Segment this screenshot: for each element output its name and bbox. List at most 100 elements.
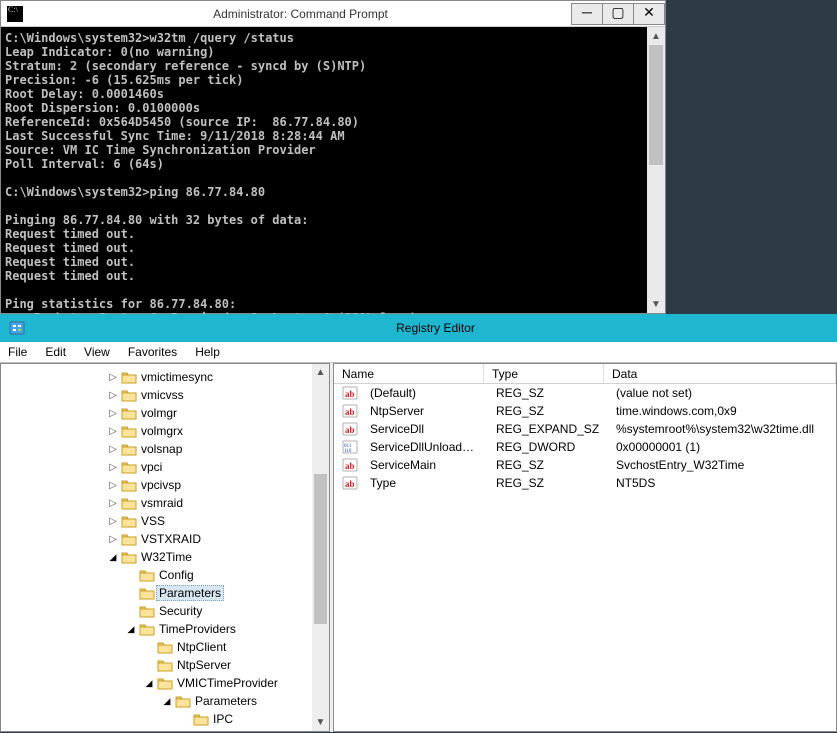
tree-node-timeproviders[interactable]: TimeProviders: [125, 620, 329, 638]
menu-edit[interactable]: Edit: [43, 343, 68, 361]
tree-label: W32Time: [141, 550, 192, 564]
folder-icon: [157, 640, 173, 654]
tree-node-vss[interactable]: VSS: [107, 512, 329, 530]
value-row[interactable]: abNtpServerREG_SZtime.windows.com,0x9: [334, 402, 836, 420]
tree-label: vsmraid: [141, 496, 183, 510]
minimize-button[interactable]: ─: [571, 3, 603, 25]
value-type: REG_SZ: [488, 476, 608, 490]
folder-icon: [121, 370, 137, 384]
tree-node-ntpclient[interactable]: NtpClient: [143, 638, 329, 656]
regedit-titlebar[interactable]: Registry Editor: [0, 314, 837, 342]
scroll-up-icon[interactable]: ▲: [647, 27, 665, 45]
value-row[interactable]: abTypeREG_SZNT5DS: [334, 474, 836, 492]
folder-icon: [175, 694, 191, 708]
folder-icon: [157, 658, 173, 672]
folder-icon: [121, 424, 137, 438]
menu-view[interactable]: View: [82, 343, 112, 361]
expand-icon[interactable]: [107, 444, 119, 455]
value-name: ServiceDll: [362, 422, 488, 436]
expand-icon[interactable]: [107, 390, 119, 401]
cmd-system-icon[interactable]: [7, 6, 23, 22]
value-row[interactable]: ab(Default)REG_SZ(value not set): [334, 384, 836, 402]
tree-node-vmicvss[interactable]: vmicvss: [107, 386, 329, 404]
tree-node-config[interactable]: Config: [125, 566, 329, 584]
value-row[interactable]: 011110ServiceDllUnloadOnStopREG_DWORD0x0…: [334, 438, 836, 456]
tree-label: NtpClient: [177, 640, 226, 654]
tree-node-ntpserver[interactable]: NtpServer: [143, 656, 329, 674]
tree-label: NtpServer: [177, 658, 231, 672]
tree-label: volmgr: [141, 406, 177, 420]
tree-node-parameters[interactable]: Parameters: [125, 584, 329, 602]
expand-icon[interactable]: [107, 408, 119, 419]
tree-label: TimeProviders: [159, 622, 236, 636]
menu-file[interactable]: File: [6, 343, 29, 361]
menu-favorites[interactable]: Favorites: [126, 343, 179, 361]
column-data[interactable]: Data: [604, 364, 836, 383]
scroll-thumb[interactable]: [649, 45, 663, 165]
regedit-title: Registry Editor: [34, 321, 837, 335]
menu-help[interactable]: Help: [193, 343, 222, 361]
expand-icon[interactable]: [107, 534, 119, 545]
tree-node-vmictimesync[interactable]: vmictimesync: [107, 368, 329, 386]
expand-icon[interactable]: [107, 426, 119, 437]
expand-icon[interactable]: [161, 696, 173, 707]
expand-icon[interactable]: [107, 516, 119, 527]
expand-icon[interactable]: [107, 498, 119, 509]
value-row[interactable]: abServiceDllREG_EXPAND_SZ%systemroot%\sy…: [334, 420, 836, 438]
expand-icon[interactable]: [107, 372, 119, 383]
tree-scrollbar[interactable]: ▲ ▼: [312, 364, 329, 731]
tree-node-vstxraid[interactable]: VSTXRAID: [107, 530, 329, 548]
tree-label: VSS: [141, 514, 165, 528]
scroll-down-icon[interactable]: ▼: [647, 295, 665, 313]
terminal-output[interactable]: C:\Windows\system32>w32tm /query /status…: [1, 27, 665, 329]
expand-icon[interactable]: [125, 624, 137, 635]
folder-icon: [121, 514, 137, 528]
tree-label: Config: [159, 568, 194, 582]
tree-node-vsmraid[interactable]: vsmraid: [107, 494, 329, 512]
tree-node-volsnap[interactable]: volsnap: [107, 440, 329, 458]
folder-icon: [121, 460, 137, 474]
folder-icon: [193, 712, 209, 726]
tree-node-security[interactable]: Security: [125, 602, 329, 620]
tree-label: IPC: [213, 712, 233, 726]
tree-label: Parameters: [156, 585, 224, 601]
tree-node-ipc[interactable]: IPC: [179, 710, 329, 728]
value-type: REG_EXPAND_SZ: [488, 422, 608, 436]
maximize-button[interactable]: ▢: [602, 3, 634, 25]
column-name[interactable]: Name: [334, 364, 484, 383]
expand-icon[interactable]: [107, 480, 119, 491]
tree-node-vpci[interactable]: vpci: [107, 458, 329, 476]
value-data: NT5DS: [608, 476, 836, 490]
scroll-thumb[interactable]: [314, 474, 327, 624]
scroll-up-icon[interactable]: ▲: [312, 364, 329, 381]
column-type[interactable]: Type: [484, 364, 604, 383]
tree-node-w32time[interactable]: W32Time: [107, 548, 329, 566]
expand-icon[interactable]: [107, 462, 119, 473]
value-row[interactable]: abServiceMainREG_SZSvchostEntry_W32Time: [334, 456, 836, 474]
registry-values-pane[interactable]: Name Type Data ab(Default)REG_SZ(value n…: [333, 363, 837, 732]
registry-tree-pane[interactable]: vmictimesyncvmicvss volmgr volmgrxvolsnap v…: [0, 363, 330, 732]
tree-node-volmgrx[interactable]: volmgrx: [107, 422, 329, 440]
value-type: REG_SZ: [488, 386, 608, 400]
command-prompt-window: Administrator: Command Prompt ─ ▢ ✕ C:\W…: [0, 0, 666, 314]
tree-node-vmictimeprovider[interactable]: VMICTimeProvider: [143, 674, 329, 692]
list-header[interactable]: Name Type Data: [334, 364, 836, 384]
registry-editor-window: Registry Editor File Edit View Favorites Hel…: [0, 314, 837, 732]
tree-node-vpcivsp[interactable]: vpcivsp: [107, 476, 329, 494]
tree-node-parameters[interactable]: Parameters: [161, 692, 329, 710]
cmd-scrollbar[interactable]: ▲ ▼: [647, 27, 665, 313]
folder-icon: [121, 388, 137, 402]
scroll-down-icon[interactable]: ▼: [312, 714, 329, 731]
close-button[interactable]: ✕: [633, 3, 665, 25]
expand-icon[interactable]: [143, 678, 155, 689]
value-data: 0x00000001 (1): [608, 440, 836, 454]
tree-label: vpcivsp: [141, 478, 181, 492]
folder-icon: [139, 622, 155, 636]
value-name: ServiceMain: [362, 458, 488, 472]
tree-node-volmgr[interactable]: volmgr: [107, 404, 329, 422]
cmd-titlebar[interactable]: Administrator: Command Prompt ─ ▢ ✕: [1, 1, 665, 27]
expand-icon[interactable]: [107, 552, 119, 563]
binary-value-icon: 011110: [342, 439, 358, 455]
tree-label: vpci: [141, 460, 162, 474]
value-data: %systemroot%\system32\w32time.dll: [608, 422, 836, 436]
